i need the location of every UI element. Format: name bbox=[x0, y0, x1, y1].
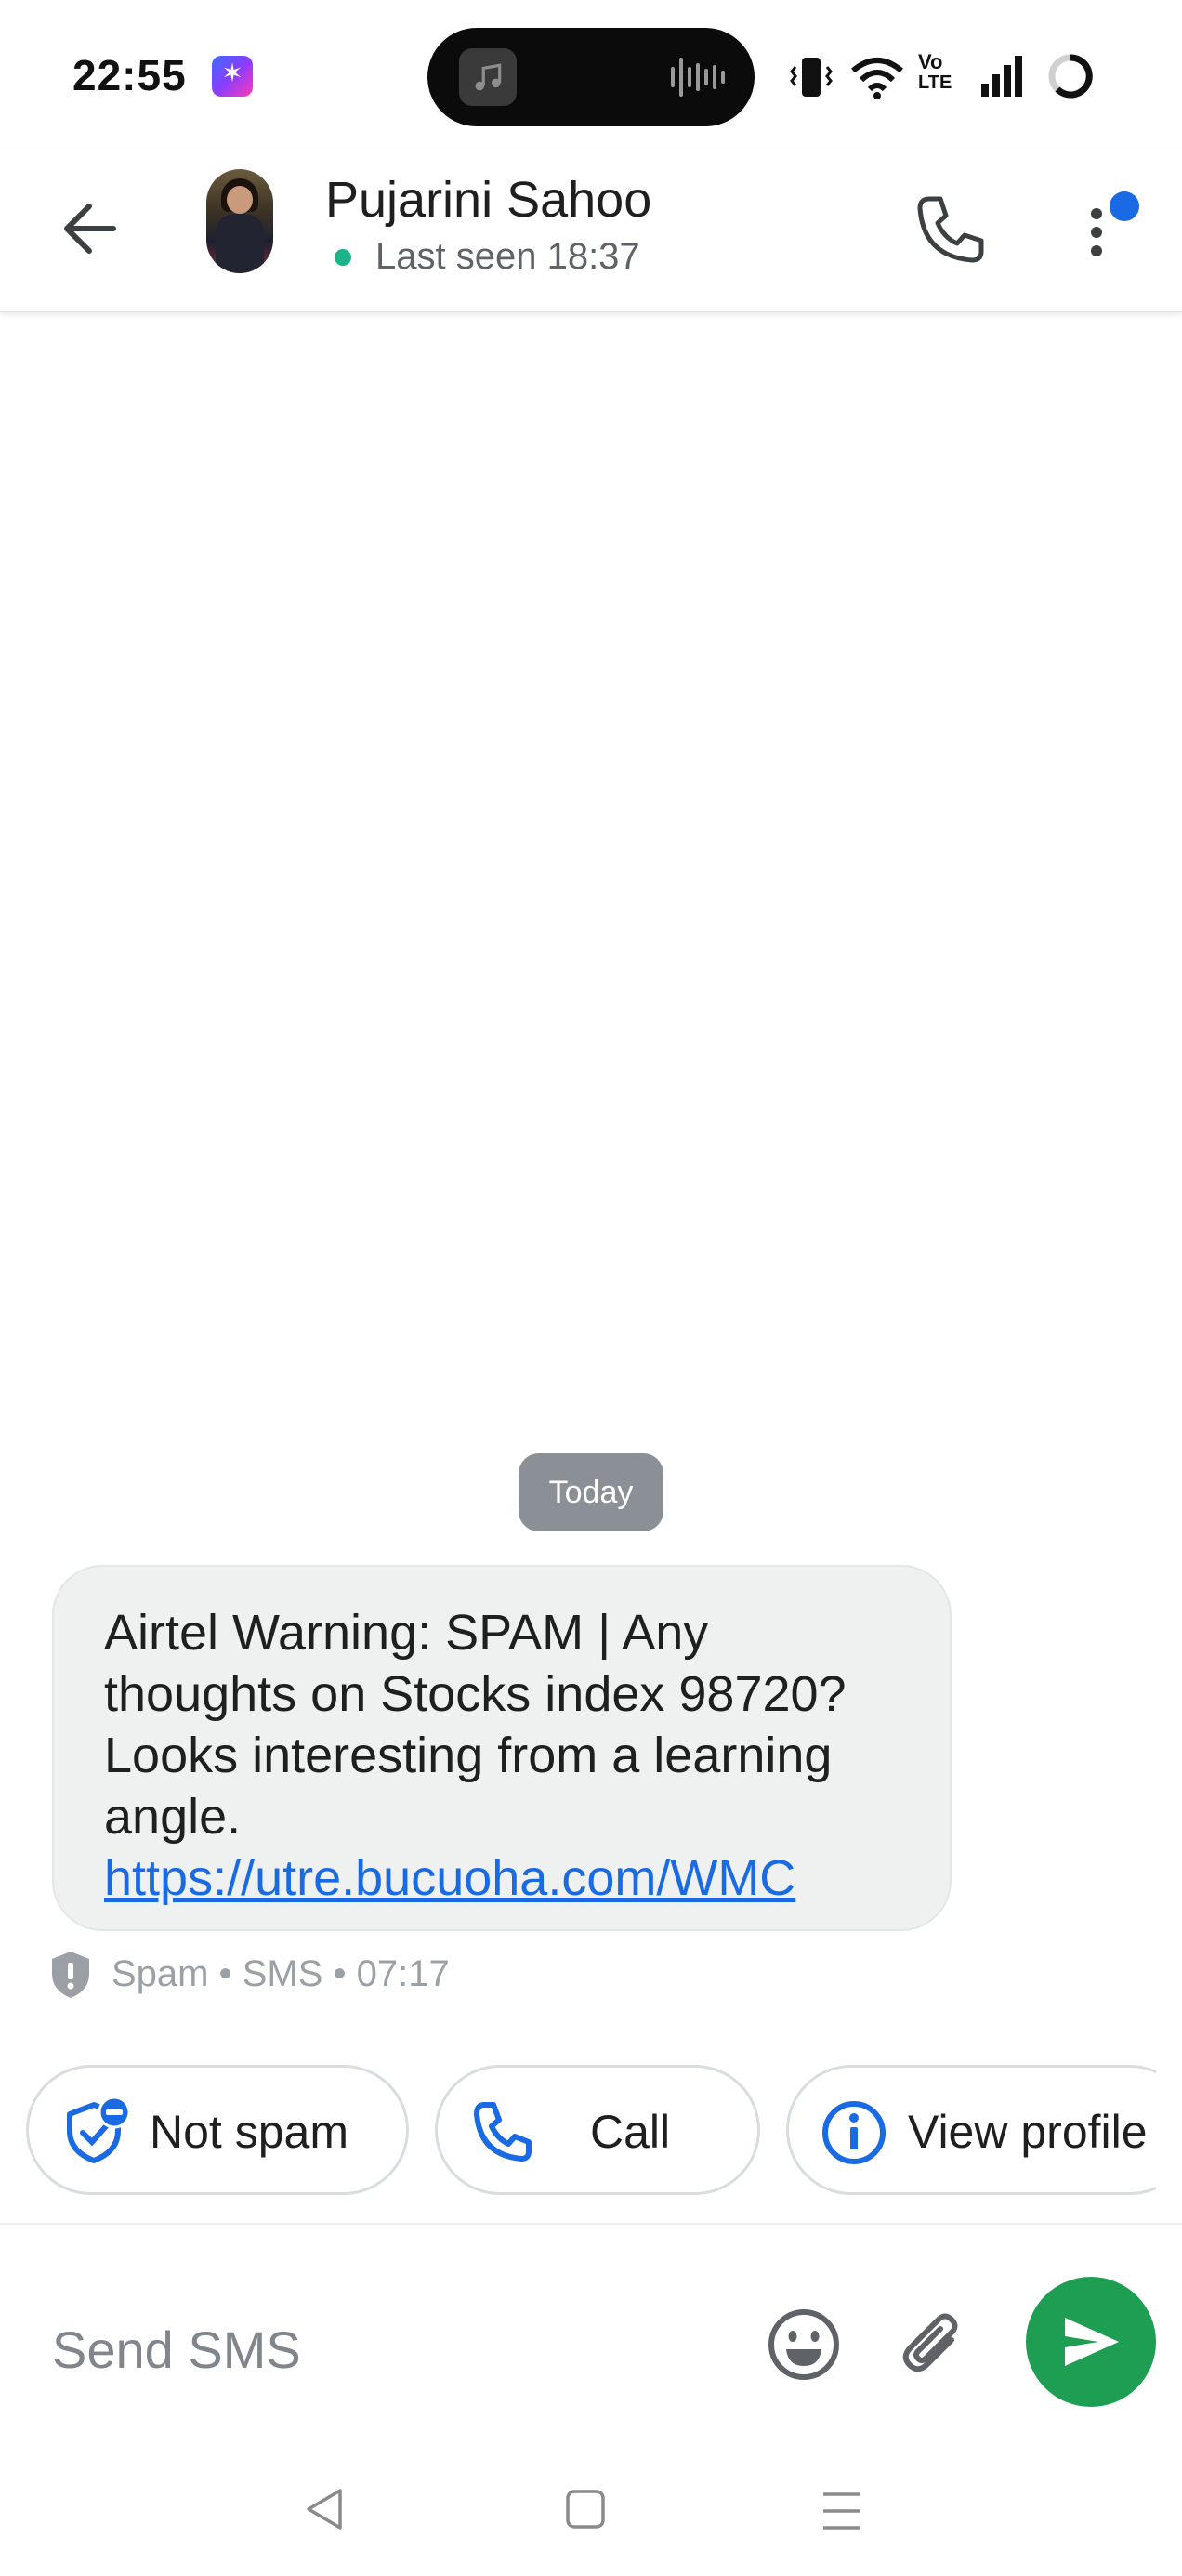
view-profile-button[interactable]: View profile bbox=[786, 2065, 1156, 2195]
attach-icon[interactable] bbox=[892, 2303, 976, 2386]
status-bar: 22:55 Vo LTE bbox=[0, 0, 1182, 149]
nav-menu-icon[interactable] bbox=[818, 2487, 866, 2535]
composer: Send SMS bbox=[0, 2223, 1182, 2446]
not-spam-label: Not spam bbox=[150, 2106, 348, 2158]
system-navbar bbox=[0, 2446, 1182, 2576]
phone-icon[interactable] bbox=[905, 186, 994, 275]
emoji-icon[interactable] bbox=[762, 2303, 846, 2386]
signal-icon bbox=[981, 56, 1022, 97]
status-icons: Vo LTE bbox=[781, 50, 1152, 106]
date-chip: Today bbox=[519, 1453, 663, 1531]
notification-dot bbox=[1110, 191, 1139, 221]
last-seen-status: Last seen 18:37 bbox=[375, 236, 640, 277]
send-button[interactable] bbox=[1026, 2277, 1156, 2407]
nav-back-icon[interactable] bbox=[301, 2485, 349, 2533]
more-vert-icon[interactable] bbox=[1078, 186, 1143, 275]
nav-home-icon[interactable] bbox=[561, 2485, 610, 2533]
wifi-icon bbox=[851, 58, 903, 99]
status-time: 22:55 bbox=[72, 51, 187, 99]
contact-name[interactable]: Pujarini Sahoo bbox=[325, 171, 651, 229]
battery-ring-icon bbox=[1048, 54, 1093, 99]
spam-shield-icon bbox=[52, 1952, 89, 1998]
presence-dot bbox=[335, 249, 351, 266]
info-icon bbox=[822, 2101, 886, 2164]
message-line: Looks interesting from a learning bbox=[104, 1728, 833, 1783]
call-label: Call bbox=[590, 2106, 671, 2158]
sms-input[interactable]: Send SMS bbox=[52, 2320, 301, 2380]
chat-header: Pujarini Sahoo Last seen 18:37 bbox=[0, 149, 1182, 312]
call-button[interactable]: Call bbox=[435, 2065, 760, 2195]
message-meta-text: Spam • SMS • 07:17 bbox=[112, 1953, 450, 1994]
volte-icon: Vo LTE bbox=[918, 50, 952, 94]
message-line: angle. bbox=[104, 1789, 242, 1845]
view-profile-label: View profile bbox=[908, 2106, 1148, 2158]
vibrate-icon bbox=[790, 58, 833, 97]
dynamic-island[interactable] bbox=[427, 28, 755, 126]
avatar[interactable] bbox=[206, 169, 273, 273]
not-spam-button[interactable]: Not spam bbox=[26, 2065, 409, 2195]
action-chips: Not spam Call View profile bbox=[26, 2065, 1156, 2199]
message-line: thoughts on Stocks index 98720? bbox=[104, 1666, 847, 1722]
message-link[interactable]: https://utre.bucuoha.com/WMC bbox=[104, 1847, 901, 1909]
music-icon bbox=[459, 48, 517, 106]
shield-minus-icon bbox=[67, 2096, 131, 2163]
message-line: Airtel Warning: SPAM | Any bbox=[104, 1605, 709, 1661]
phone-icon bbox=[474, 2102, 532, 2162]
audio-wave-icon bbox=[671, 58, 725, 97]
send-icon bbox=[1065, 2318, 1119, 2366]
message-bubble[interactable]: Airtel Warning: SPAM | Any thoughts on S… bbox=[52, 1565, 952, 1931]
app-sparkle-icon bbox=[212, 56, 253, 97]
back-arrow-icon[interactable] bbox=[52, 190, 130, 268]
